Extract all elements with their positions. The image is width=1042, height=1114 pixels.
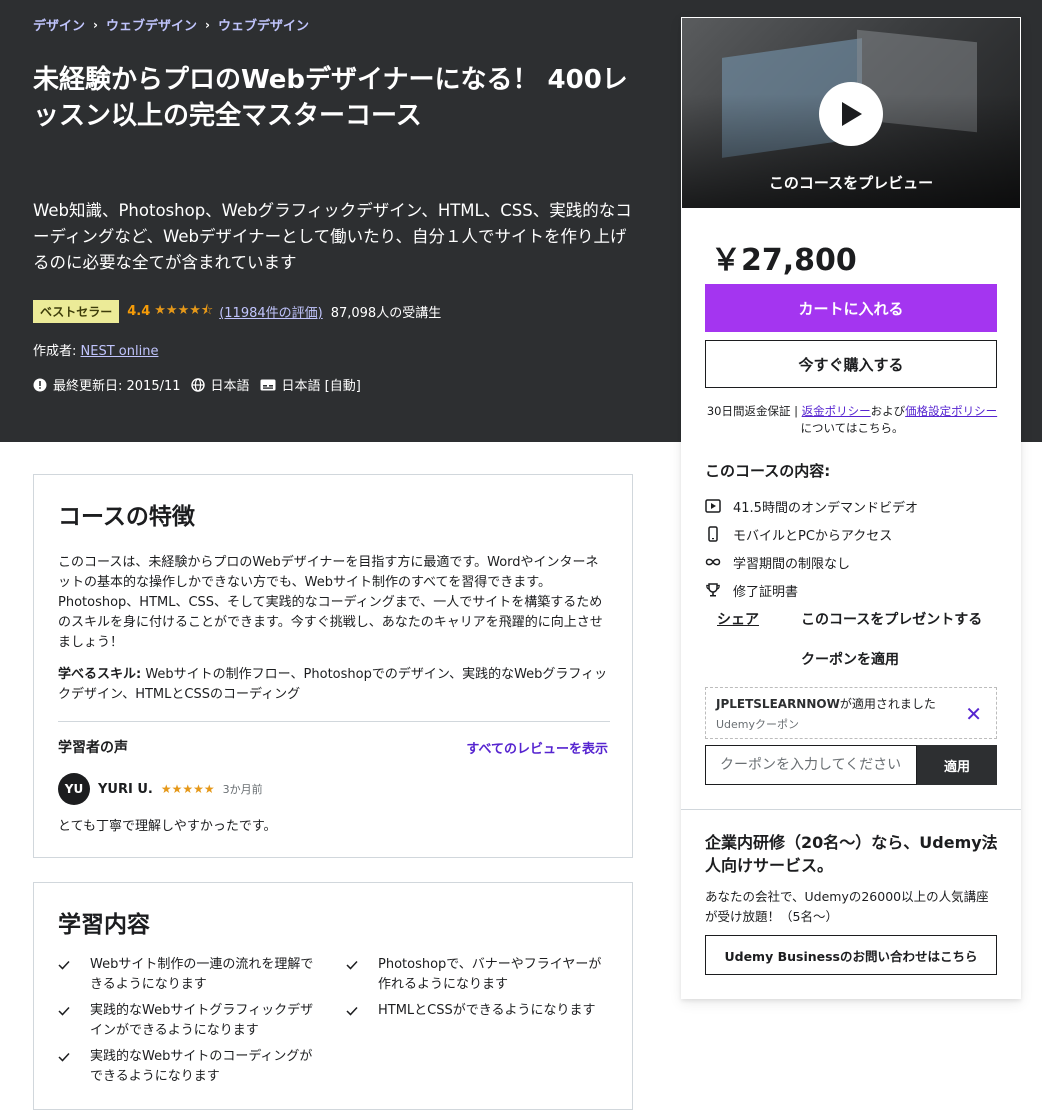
review-time: 3か月前 [222,783,263,796]
infinity-icon [705,558,721,566]
share-button[interactable]: シェア [717,609,759,629]
close-icon[interactable]: ✕ [965,702,982,726]
reviews-count-link[interactable]: (11984件の評価) [219,302,323,321]
captions: 日本語 [自動] [260,375,361,394]
divider [58,721,610,722]
meta-row: 最終更新日: 2015/11 日本語 日本語 [自動] [33,375,371,394]
creator-link[interactable]: NEST online [81,344,159,359]
language: 日本語 [190,375,250,394]
breadcrumb-item-webdesign-2[interactable]: ウェブデザイン [218,15,309,34]
learn-item: Photoshopで、バナーやフライヤーが作れるようになります [346,955,610,995]
sidebar-actions: シェア このコースをプレゼントする [717,609,982,629]
buy-now-button[interactable]: 今すぐ購入する [705,340,997,388]
course-features-card: コースの特徴 このコースは、未経験からプロのWebデザイナーを目指す方に最適です… [33,474,633,858]
avatar: YU [58,773,90,805]
check-icon [346,1001,378,1041]
purchase-sidebar: このコースをプレビュー ￥27,800 カートに入れる 今すぐ購入する 30日間… [681,17,1021,999]
gift-course-button[interactable]: このコースをプレゼントする [801,609,982,629]
coupon-code: JPLETSLEARNNOW [716,697,840,711]
alert-badge-icon [33,378,47,391]
course-preview-video[interactable]: このコースをプレビュー [682,18,1020,208]
review-header: YU YURI U. ★★★★★ 3か月前 [58,773,263,805]
learn-list: Webサイト制作の一連の流れを理解できるようになります Photoshopで、バ… [58,955,610,1087]
course-subtitle: Web知識、Photoshop、Webグラフィックデザイン、HTML、CSS、実… [33,201,632,272]
all-reviews-link[interactable]: すべてのレビューを表示 [466,738,608,757]
includes-title: このコースの内容: [705,462,831,480]
learn-item: Webサイト制作の一連の流れを理解できるようになります [58,955,346,995]
reviews-title: 学習者の声 [58,740,128,756]
includes-list: 41.5時間のオンデマンドビデオ モバイルとPCからアクセス 学習期間の制限なし… [705,492,918,604]
skills: 学べるスキル: Webサイトの制作フロー、Photoshopでのデザイン、実践的… [58,665,610,705]
course-title: 未経験からプロのWebデザイナーになる！ 400レッスン以上の完全マスターコース [33,65,628,131]
apply-coupon-button[interactable]: クーポンを適用 [801,649,899,669]
students-count: 87,098人の受講生 [330,306,442,321]
play-icon[interactable] [819,82,883,146]
divider [681,809,1021,810]
business-contact-button[interactable]: Udemy Businessのお問い合わせはこちら [705,935,997,975]
includes-item-lifetime: 学習期間の制限なし [705,548,918,576]
mobile-icon [708,526,718,542]
add-to-cart-button[interactable]: カートに入れる [705,284,997,332]
check-icon [58,955,90,995]
breadcrumb: デザイン › ウェブデザイン › ウェブデザイン [33,15,309,35]
applied-coupon: JPLETSLEARNNOWが適用されました Udemyクーポン ✕ [705,687,997,739]
includes-item-certificate: 修了証明書 [705,576,918,604]
last-updated: 最終更新日: 2015/11 [33,375,181,394]
business-title: 企業内研修（20名〜）なら、Udemy法人向けサービス。 [705,833,998,875]
trophy-icon [706,583,720,597]
closed-captions-icon [260,379,276,390]
globe-icon [190,377,205,392]
refund-policy-link[interactable]: 返金ポリシー [802,404,871,418]
course-price: ￥27,800 [711,243,857,278]
money-back-guarantee: 30日間返金保証 | 返金ポリシーおよび価格設定ポリシーについてはこちら。 [706,404,998,435]
preview-label: このコースをプレビュー [768,174,934,192]
review-text: とても丁寧で理解しやすかったです。 [58,819,277,834]
rating-row: ベストセラー 4.4 ★★★★⯪ (11984件の評価) 87,098人の受講生 [33,300,441,323]
breadcrumb-item-design[interactable]: デザイン [33,15,85,34]
rating-stars: ★★★★⯪ [154,302,214,318]
rating-value: 4.4 [127,304,151,319]
what-you-learn-card: 学習内容 Webサイト制作の一連の流れを理解できるようになります Photosh… [33,882,633,1110]
check-icon [346,955,378,995]
business-text: あなたの会社で、Udemyの26000以上の人気講座が受け放題！（5名〜） [705,889,989,924]
features-title: コースの特徴 [58,504,195,530]
bestseller-badge: ベストセラー [33,300,120,323]
coupon-type: Udemyクーポン [716,718,800,731]
features-description: このコースは、未経験からプロのWebデザイナーを目指す方に最適です。Wordやイ… [58,555,603,650]
creator-line: 作成者: NEST online [33,340,158,359]
review-stars: ★★★★★ [160,782,215,796]
includes-item-mobile: モバイルとPCからアクセス [705,520,918,548]
check-icon [58,1047,90,1087]
creator-label: 作成者: [33,344,77,359]
chevron-right-icon: › [93,17,98,32]
reviewer-name: YURI U. [98,781,153,797]
skills-label: 学べるスキル: [58,667,142,682]
pricing-policy-link[interactable]: 価格設定ポリシー [905,404,997,418]
chevron-right-icon: › [204,17,210,32]
coupon-input[interactable] [705,745,917,785]
learn-item: 実践的なWebサイトのコーディングができるようになります [58,1047,346,1087]
check-icon [58,1001,90,1041]
coupon-apply-button[interactable]: 適用 [917,745,997,785]
learn-title: 学習内容 [58,912,150,938]
coupon-form: 適用 [705,745,997,785]
breadcrumb-item-webdesign[interactable]: ウェブデザイン [106,15,197,34]
learn-item: 実践的なWebサイトグラフィックデザインができるようになります [58,1001,346,1041]
video-icon [705,499,721,513]
includes-item-video: 41.5時間のオンデマンドビデオ [705,492,918,520]
skills-list: Webサイトの制作フロー、Photoshopでのデザイン、実践的なWebグラフィ… [58,667,608,702]
learn-item: HTMLとCSSができるようになります [346,1001,610,1041]
